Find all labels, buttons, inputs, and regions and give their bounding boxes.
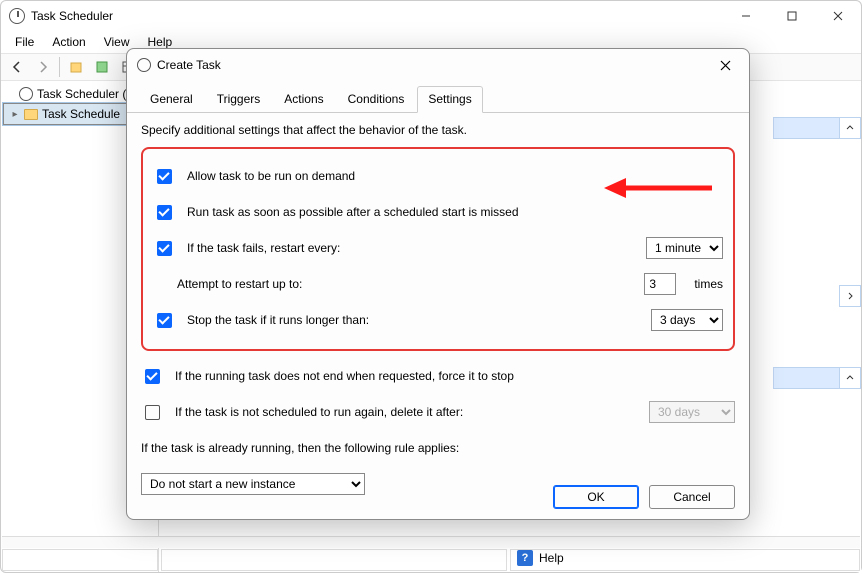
expand-icon[interactable]: ▸ (10, 109, 20, 120)
status-seg-1 (2, 549, 158, 571)
row-restart-if-fail: If the task fails, restart every: 1 minu… (153, 233, 723, 263)
menu-file[interactable]: File (7, 33, 42, 51)
tree-child-label: Task Schedule (42, 107, 120, 121)
status-seg-3: ? Help (510, 549, 860, 571)
clock-icon (19, 87, 33, 101)
label-attempt-up-to: Attempt to restart up to: (177, 277, 302, 291)
row-allow-on-demand: Allow task to be run on demand (153, 161, 723, 191)
tab-general[interactable]: General (139, 86, 204, 113)
dialog-clock-icon (137, 58, 151, 72)
input-attempt-count[interactable] (644, 273, 676, 295)
label-force-stop: If the running task does not end when re… (175, 369, 514, 383)
label-restart-if-fail: If the task fails, restart every: (187, 241, 340, 255)
minimize-button[interactable] (723, 1, 769, 31)
forward-button[interactable] (31, 56, 55, 78)
maximize-button[interactable] (769, 1, 815, 31)
window-buttons (723, 1, 861, 31)
tree-root-label: Task Scheduler (L (37, 87, 133, 101)
label-delete-after: If the task is not scheduled to run agai… (175, 405, 463, 419)
highlight-box: Allow task to be run on demand Run task … (141, 147, 735, 351)
create-task-dialog: Create Task General Triggers Actions Con… (126, 48, 750, 520)
select-running-rule[interactable]: Do not start a new instance (141, 473, 365, 495)
checkbox-delete-after[interactable] (145, 405, 160, 420)
label-run-asap: Run task as soon as possible after a sch… (187, 205, 519, 219)
back-button[interactable] (5, 56, 29, 78)
toolbar-icon-1[interactable] (64, 56, 88, 78)
tab-conditions[interactable]: Conditions (337, 86, 416, 113)
label-allow-on-demand: Allow task to be run on demand (187, 169, 355, 183)
app-clock-icon (9, 8, 25, 24)
window-title: Task Scheduler (31, 9, 113, 23)
row-stop-if-longer: Stop the task if it runs longer than: 3 … (153, 305, 723, 335)
chevron-right-icon[interactable] (839, 285, 861, 307)
label-already-running: If the task is already running, then the… (141, 441, 459, 455)
splitter[interactable] (2, 536, 860, 548)
checkbox-allow-on-demand[interactable] (157, 169, 172, 184)
dialog-footer: OK Cancel (553, 485, 735, 509)
dialog-body: Specify additional settings that affect … (127, 113, 749, 499)
row-run-asap: Run task as soon as possible after a sch… (153, 197, 723, 227)
row-attempt-up-to: Attempt to restart up to: times (153, 269, 723, 299)
close-button[interactable] (815, 1, 861, 31)
dialog-tabs: General Triggers Actions Conditions Sett… (127, 85, 749, 113)
tab-settings[interactable]: Settings (417, 86, 482, 113)
ok-button[interactable]: OK (553, 485, 639, 509)
dialog-titlebar: Create Task (127, 49, 749, 81)
select-stop-duration[interactable]: 3 days (651, 309, 723, 331)
chevron-up-icon-2[interactable] (839, 367, 861, 389)
separator (59, 57, 60, 77)
dialog-title: Create Task (157, 58, 221, 72)
titlebar: Task Scheduler (1, 1, 861, 31)
dialog-close-button[interactable] (711, 53, 739, 77)
status-seg-2 (161, 549, 507, 571)
checkbox-restart-if-fail[interactable] (157, 241, 172, 256)
menu-action[interactable]: Action (44, 33, 93, 51)
help-label: Help (539, 551, 564, 565)
select-delete-duration: 30 days (649, 401, 735, 423)
folder-icon (24, 109, 38, 120)
checkbox-stop-if-longer[interactable] (157, 313, 172, 328)
help-icon: ? (517, 550, 533, 566)
tab-triggers[interactable]: Triggers (206, 86, 272, 113)
row-already-running: If the task is already running, then the… (141, 433, 735, 463)
cancel-button[interactable]: Cancel (649, 485, 735, 509)
label-stop-if-longer: Stop the task if it runs longer than: (187, 313, 369, 327)
row-force-stop: If the running task does not end when re… (141, 361, 735, 391)
select-restart-interval[interactable]: 1 minute (646, 237, 723, 259)
settings-description: Specify additional settings that affect … (141, 123, 735, 137)
toolbar-icon-2[interactable] (90, 56, 114, 78)
checkbox-force-stop[interactable] (145, 369, 160, 384)
row-delete-after: If the task is not scheduled to run agai… (141, 397, 735, 427)
help-row[interactable]: ? Help (511, 550, 859, 566)
tab-actions[interactable]: Actions (273, 86, 334, 113)
checkbox-run-asap[interactable] (157, 205, 172, 220)
chevron-up-icon[interactable] (839, 117, 861, 139)
unit-times: times (694, 277, 723, 291)
